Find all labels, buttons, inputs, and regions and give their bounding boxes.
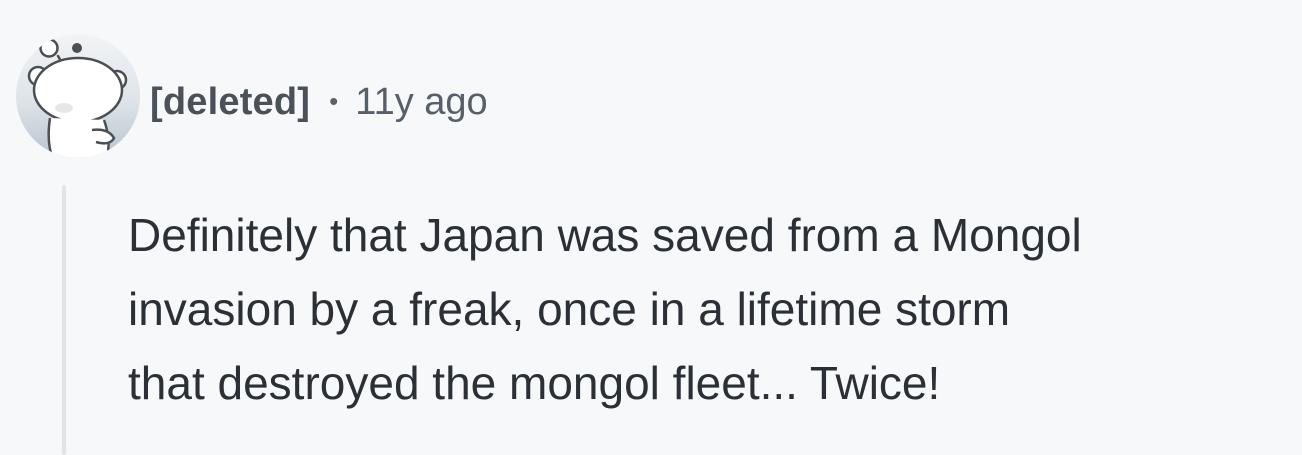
comment: [deleted] • 11y ago Definitely that Japa…	[0, 0, 1302, 455]
comment-body-line: invasion by a freak, once in a lifetime …	[128, 283, 1011, 335]
reddit-snoo-default-avatar-icon	[27, 38, 128, 158]
author-name[interactable]: [deleted]	[150, 81, 310, 124]
comment-body-line: that destroyed the mongol fleet... Twice…	[128, 357, 941, 409]
comment-body: Definitely that Japan was saved from a M…	[128, 198, 1288, 420]
comment-meta: [deleted] • 11y ago	[150, 78, 488, 126]
comment-timestamp[interactable]: 11y ago	[355, 81, 487, 124]
user-avatar[interactable]	[16, 34, 140, 158]
thread-line[interactable]	[62, 185, 66, 455]
comment-body-line: Definitely that Japan was saved from a M…	[128, 209, 1082, 261]
meta-separator: •	[329, 85, 339, 116]
